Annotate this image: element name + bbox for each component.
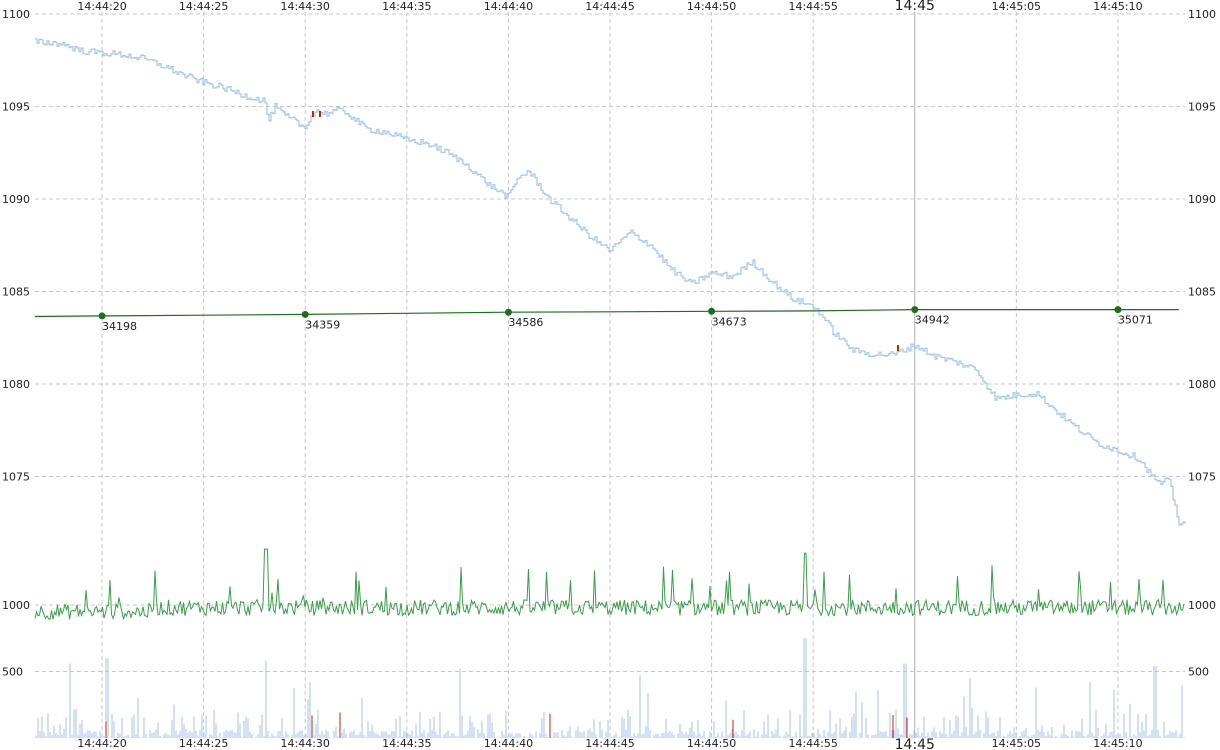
x-tick-label-top: 14:44:25 [179, 0, 228, 13]
x-tick-label-top: 14:44:30 [281, 0, 330, 13]
session-marker [301, 310, 309, 318]
session-marker-label: 34586 [508, 316, 543, 329]
x-tick-label-top: 14:45 [895, 0, 935, 14]
session-marker [504, 308, 512, 316]
x-tick-label-bottom: 14:45:05 [992, 737, 1041, 750]
y-tick-label-left: 1000 [2, 599, 30, 612]
x-tick-label-top: 14:44:35 [382, 0, 431, 13]
y-tick-label-left: 1100 [2, 8, 30, 21]
x-tick-label-top: 14:44:40 [484, 0, 533, 13]
y-tick-label-right: 1085 [1188, 286, 1216, 299]
session-marker [98, 312, 106, 320]
y-tick-label-right: 500 [1188, 666, 1209, 679]
x-tick-label-top: 14:45:05 [992, 0, 1041, 13]
x-tick-label-bottom: 14:44:20 [77, 737, 126, 750]
y-tick-label-right: 1095 [1188, 101, 1216, 114]
y-tick-label-left: 500 [2, 666, 23, 679]
y-tick-label-left: 1075 [2, 471, 30, 484]
y-tick-label-right: 1000 [1188, 599, 1216, 612]
grid-lines [35, 12, 1185, 738]
x-tick-label-bottom: 14:44:55 [788, 737, 837, 750]
y-tick-label-right: 1090 [1188, 193, 1216, 206]
y-tick-label-right: 1080 [1188, 378, 1216, 391]
x-tick-label-top: 14:44:55 [788, 0, 837, 13]
session-marker [708, 307, 716, 315]
session-marker-label: 34942 [915, 314, 950, 327]
x-tick-label-bottom: 14:44:45 [585, 737, 634, 750]
x-tick-label-top: 14:45:10 [1093, 0, 1142, 13]
x-tick-label-bottom: 14:45:10 [1093, 737, 1142, 750]
session-marker-label: 34359 [305, 318, 340, 331]
session-line [34, 309, 1179, 318]
volume-bars [35, 638, 1185, 738]
x-tick-label-bottom: 14:44:35 [382, 737, 431, 750]
axis-labels: 14:44:20 14:44:20 14:44:25 14:44:25 14:44:30… [2, 0, 1216, 750]
x-tick-label-top: 14:44:45 [585, 0, 634, 13]
price-volume-chart: 34198 34359 34586 34673 34942 35071 14:44:201… [2, 0, 1216, 750]
x-tick-label-bottom: 14:44:25 [179, 737, 228, 750]
x-tick-label-top: 14:44:20 [77, 0, 126, 13]
x-tick-label-bottom: 14:45 [895, 737, 935, 750]
y-tick-label-left: 1090 [2, 193, 30, 206]
x-tick-label-top: 14:44:50 [687, 0, 736, 13]
session-marker-label: 34198 [102, 320, 137, 333]
session-marker [1114, 306, 1122, 314]
session-marker-label: 35071 [1118, 314, 1153, 327]
y-tick-label-left: 1080 [2, 378, 30, 391]
y-tick-label-left: 1095 [2, 101, 30, 114]
y-tick-label-right: 1100 [1188, 8, 1216, 21]
session-marker [911, 306, 919, 314]
y-tick-label-left: 1085 [2, 286, 30, 299]
x-tick-label-bottom: 14:44:50 [687, 737, 736, 750]
x-tick-label-bottom: 14:44:40 [484, 737, 533, 750]
x-tick-label-bottom: 14:44:30 [281, 737, 330, 750]
y-tick-label-right: 1075 [1188, 471, 1216, 484]
session-marker-label: 34673 [712, 315, 747, 328]
session-line-series: 34198 34359 34586 34673 34942 35071 [34, 306, 1179, 333]
